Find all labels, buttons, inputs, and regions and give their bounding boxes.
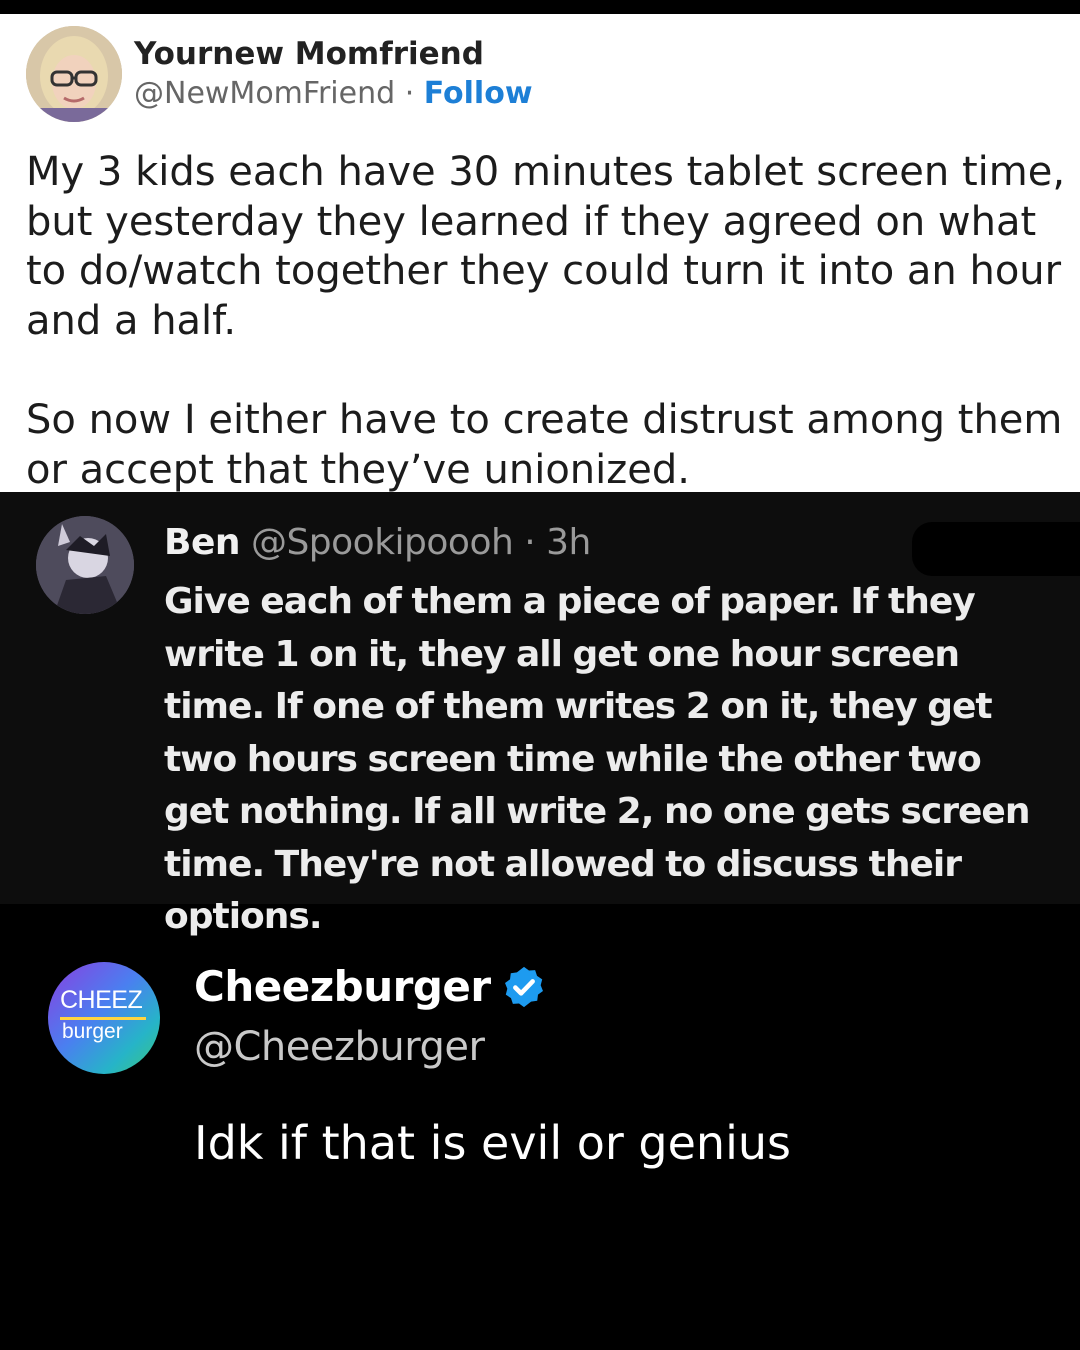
avatar[interactable]: CHEEZ burger xyxy=(48,962,160,1074)
avatar[interactable] xyxy=(26,26,122,122)
redaction-block xyxy=(912,522,1080,576)
verified-badge-icon xyxy=(504,966,543,1007)
timestamp[interactable]: 3h xyxy=(546,522,591,563)
tweet-body: My 3 kids each have 30 minutes tablet sc… xyxy=(26,148,1066,495)
separator: · xyxy=(395,76,424,111)
reply-body: Give each of them a piece of paper. If t… xyxy=(164,581,1030,937)
display-name[interactable]: Ben xyxy=(164,522,240,563)
top-border xyxy=(0,0,1080,14)
separator: · xyxy=(513,522,547,563)
follow-button[interactable]: Follow xyxy=(424,76,533,111)
reply-tweet-card: Ben @Spookipoooh · 3h Give each of them … xyxy=(0,492,1080,937)
avatar[interactable] xyxy=(36,516,134,614)
logo-text-bottom: burger xyxy=(62,1020,123,1043)
display-name[interactable]: Cheezburger xyxy=(194,962,491,1011)
handle[interactable]: @Cheezburger xyxy=(194,1024,485,1070)
reply-header: Ben @Spookipoooh · 3h xyxy=(164,522,591,563)
original-tweet-card: Yournew Momfriend @NewMomFriend · Follow… xyxy=(0,14,1080,495)
display-name[interactable]: Yournew Momfriend xyxy=(134,36,484,72)
handle[interactable]: @Spookipoooh xyxy=(251,522,514,563)
profile-photo-icon xyxy=(36,516,134,614)
handle-row: @NewMomFriend · Follow xyxy=(134,76,533,111)
profile-photo-icon xyxy=(26,26,122,122)
comment-text: Idk if that is evil or genius xyxy=(194,1116,791,1170)
display-name-row: Cheezburger xyxy=(194,962,547,1011)
logo-text-top: CHEEZ xyxy=(60,986,143,1014)
tweet-paragraph-2: So now I either have to create distrust … xyxy=(26,397,1063,493)
tweet-paragraph-1: My 3 kids each have 30 minutes tablet sc… xyxy=(26,149,1066,344)
handle[interactable]: @NewMomFriend xyxy=(134,76,395,111)
